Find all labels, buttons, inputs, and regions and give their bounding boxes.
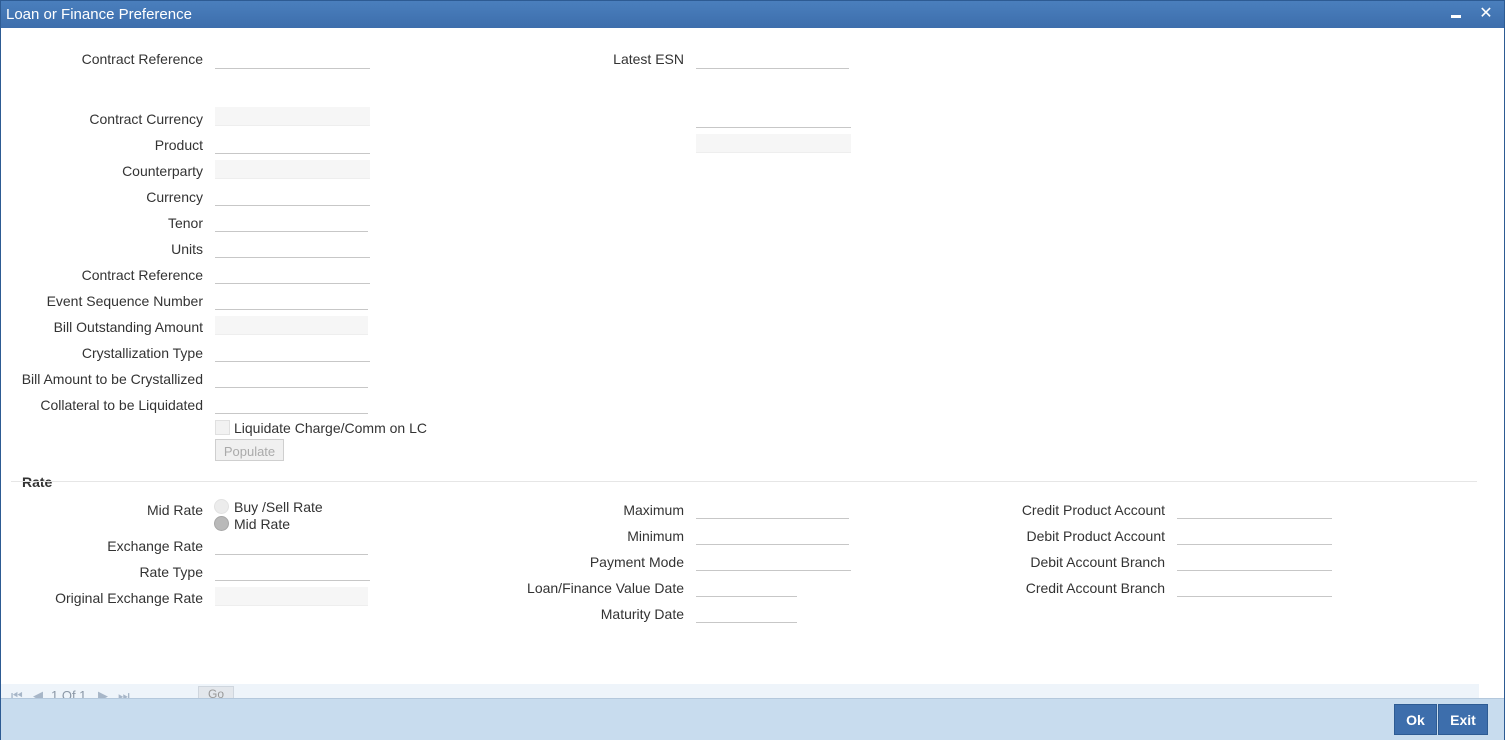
original-exchange-rate-input[interactable] — [215, 587, 368, 606]
prev-page-icon[interactable]: ◀ — [33, 688, 43, 698]
product-desc-input[interactable] — [696, 134, 851, 153]
rate-type-label: Rate Type — [139, 564, 203, 580]
go-button[interactable]: Go — [198, 686, 234, 698]
credit-product-account-input[interactable] — [1177, 500, 1332, 519]
minimum-input[interactable] — [696, 526, 849, 545]
contract-currency-label: Contract Currency — [89, 111, 203, 127]
maximum-input[interactable] — [696, 500, 849, 519]
latest-esn-input[interactable] — [696, 50, 849, 69]
buy-sell-rate-radio[interactable] — [214, 499, 229, 514]
exchange-rate-label: Exchange Rate — [107, 538, 203, 554]
latest-esn-label: Latest ESN — [613, 51, 684, 67]
close-icon[interactable]: ✕ — [1476, 4, 1496, 24]
dialog-window: Loan or Finance Preference ✕ Contract Re… — [0, 0, 1505, 740]
payment-mode-label: Payment Mode — [589, 554, 684, 570]
counterparty-input[interactable] — [215, 160, 370, 179]
minimize-icon[interactable] — [1446, 4, 1466, 24]
currency-label: Currency — [146, 189, 203, 205]
rate-section-title: Rate — [22, 474, 53, 490]
credit-product-account-label: Credit Product Account — [1021, 502, 1165, 518]
debit-account-branch-label: Debit Account Branch — [1030, 554, 1165, 570]
collateral-liquidated-label: Collateral to be Liquidated — [40, 397, 203, 413]
contract-currency-desc-input[interactable] — [696, 109, 851, 128]
crystallization-type-label: Crystallization Type — [81, 345, 203, 361]
original-exchange-rate-label: Original Exchange Rate — [55, 590, 203, 606]
loan-finance-value-date-input[interactable] — [696, 578, 797, 597]
last-page-icon[interactable]: ⏭ — [118, 688, 130, 698]
crystallization-type-input[interactable] — [215, 343, 370, 362]
maximum-label: Maximum — [623, 502, 684, 518]
first-page-icon[interactable]: ⏮ — [11, 688, 23, 698]
contract-reference-2-label: Contract Reference — [81, 267, 203, 283]
payment-mode-input[interactable] — [696, 552, 851, 571]
bill-amount-crystallized-input[interactable] — [215, 369, 368, 388]
debit-product-account-label: Debit Product Account — [1026, 528, 1165, 544]
credit-account-branch-input[interactable] — [1177, 578, 1332, 597]
collateral-liquidated-input[interactable] — [215, 395, 368, 414]
ok-button[interactable]: Ok — [1394, 704, 1437, 735]
next-page-icon[interactable]: ▶ — [98, 688, 108, 698]
event-sequence-number-label: Event Sequence Number — [46, 293, 203, 309]
product-input[interactable] — [215, 135, 370, 154]
bill-amount-crystallized-label: Bill Amount to be Crystallized — [21, 371, 203, 387]
bill-outstanding-amount-input[interactable] — [215, 316, 368, 335]
page-indicator: 1 Of 1 — [51, 688, 87, 698]
contract-currency-input[interactable] — [215, 107, 370, 126]
mid-rate-label: Mid Rate — [146, 502, 203, 518]
currency-input[interactable] — [215, 187, 370, 206]
liquidate-charge-label: Liquidate Charge/Comm on LC — [234, 420, 427, 436]
contract-reference-input[interactable] — [215, 50, 370, 69]
window-title: Loan or Finance Preference — [6, 6, 192, 23]
pager-bar: ⏮ ◀ 1 Of 1 ▶ ⏭ Go — [1, 684, 1479, 698]
maturity-date-input[interactable] — [696, 604, 797, 623]
contract-reference-label: Contract Reference — [81, 51, 203, 67]
debit-account-branch-input[interactable] — [1177, 552, 1332, 571]
footer-bar: Ok Exit — [1, 698, 1504, 740]
debit-product-account-input[interactable] — [1177, 526, 1332, 545]
units-label: Units — [171, 241, 203, 257]
populate-button[interactable]: Populate — [215, 439, 284, 461]
loan-finance-value-date-label: Loan/Finance Value Date — [527, 580, 684, 596]
contract-reference-2-input[interactable] — [215, 265, 370, 284]
event-sequence-number-input[interactable] — [215, 291, 368, 310]
title-bar: Loan or Finance Preference ✕ — [1, 1, 1504, 28]
rate-type-input[interactable] — [215, 562, 370, 581]
liquidate-charge-checkbox[interactable] — [215, 420, 230, 435]
maturity-date-label: Maturity Date — [600, 606, 684, 622]
credit-account-branch-label: Credit Account Branch — [1025, 580, 1165, 596]
buy-sell-rate-label: Buy /Sell Rate — [234, 499, 323, 515]
tenor-label: Tenor — [167, 215, 203, 231]
mid-rate-radio-label: Mid Rate — [234, 516, 291, 532]
tenor-input[interactable] — [215, 213, 368, 232]
mid-rate-radio[interactable] — [214, 516, 229, 531]
bill-outstanding-amount-label: Bill Outstanding Amount — [53, 319, 203, 335]
exit-button[interactable]: Exit — [1438, 704, 1488, 735]
rate-divider — [11, 481, 1477, 482]
product-label: Product — [154, 137, 203, 153]
units-input[interactable] — [215, 239, 370, 258]
counterparty-label: Counterparty — [122, 163, 203, 179]
exchange-rate-input[interactable] — [215, 536, 368, 555]
minimum-label: Minimum — [627, 528, 684, 544]
